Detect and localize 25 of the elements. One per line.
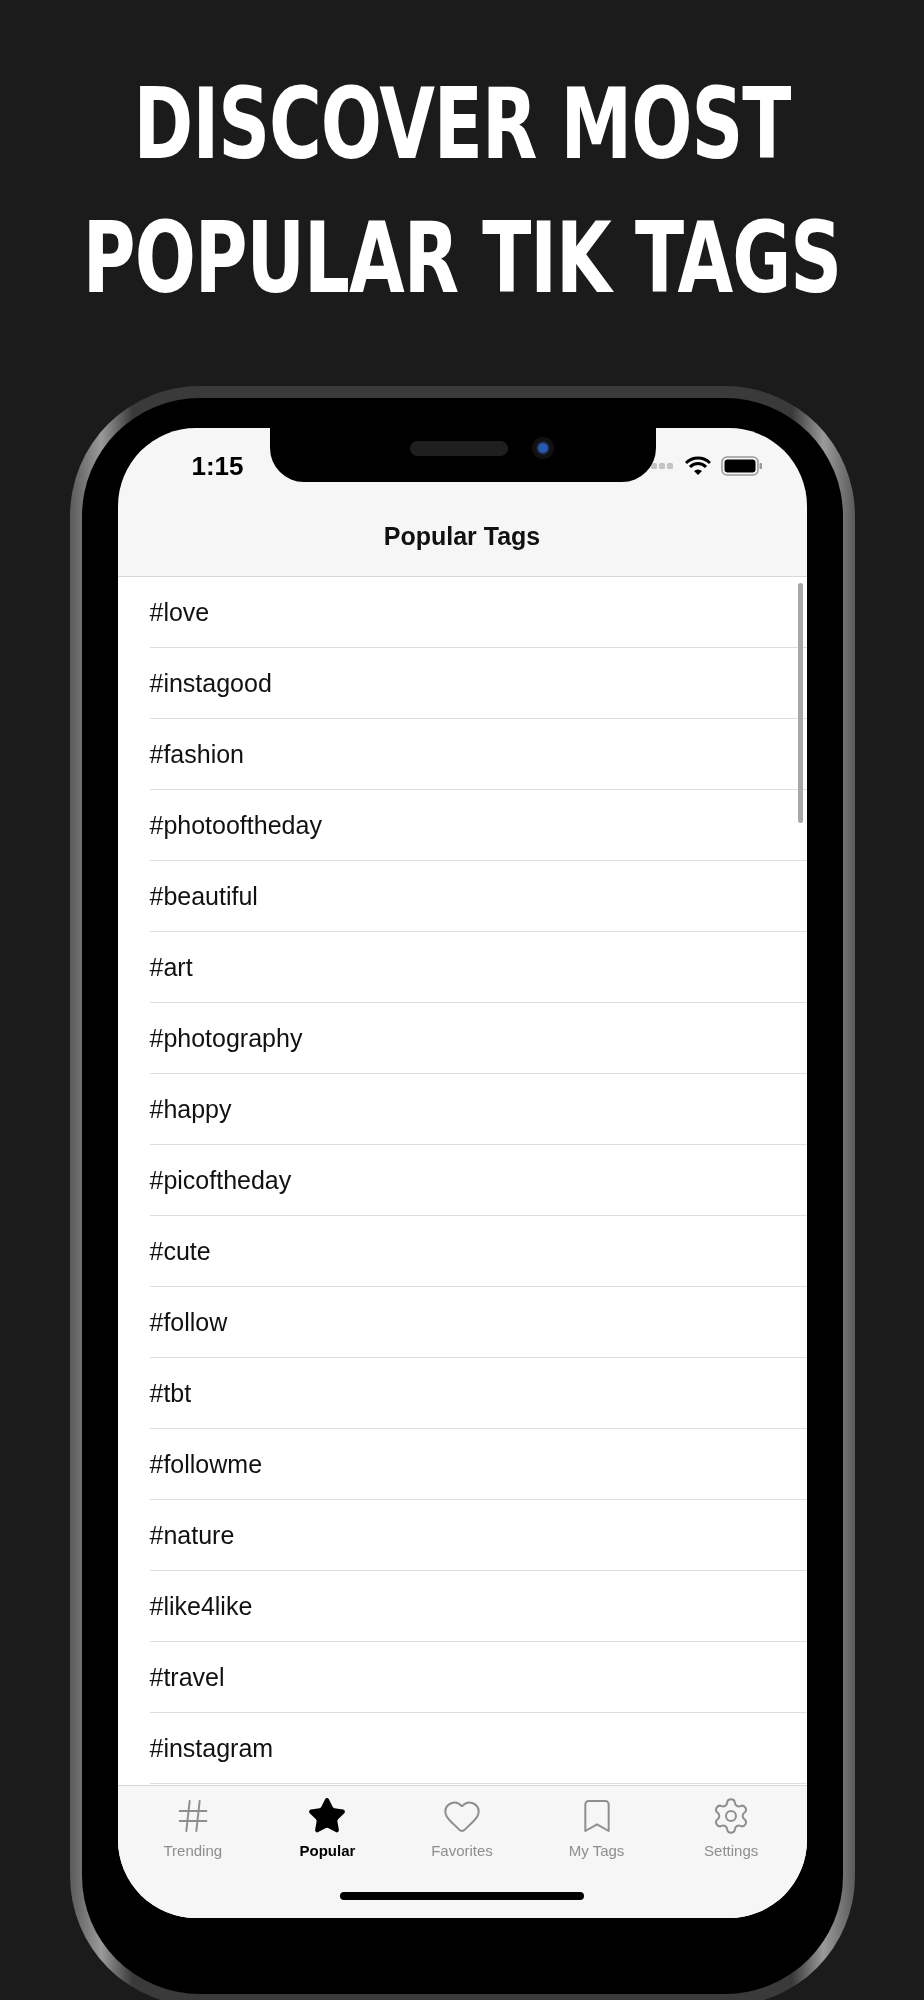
battery-icon	[720, 456, 763, 476]
tag-item[interactable]: #tbt	[149, 1378, 192, 1408]
tag-item[interactable]: #love	[149, 597, 210, 627]
tag-item[interactable]: #art	[149, 952, 193, 982]
tag-item[interactable]: #instagram	[149, 1733, 274, 1763]
tag-item[interactable]: #followme	[149, 1449, 263, 1479]
tab[interactable]: Popular	[260, 1796, 395, 1859]
tag-item[interactable]: #photography	[149, 1023, 303, 1053]
headline: POPULAR TIK TAGS	[82, 209, 842, 307]
status-time: 1:15	[191, 449, 244, 482]
tag-item[interactable]: #beautiful	[149, 881, 258, 911]
nav-title: Popular Tags	[383, 521, 541, 551]
tag-item[interactable]: #happy	[149, 1094, 232, 1124]
tag-item[interactable]: #nature	[149, 1520, 235, 1550]
tag-item[interactable]: #fashion	[149, 739, 245, 769]
headline: DISCOVER MOST	[133, 75, 791, 173]
tag-item[interactable]: #instagood	[149, 668, 272, 698]
tag-item[interactable]: #picoftheday	[149, 1165, 292, 1195]
camera	[531, 437, 554, 459]
tag-item[interactable]: #travel	[149, 1662, 225, 1692]
tag-item[interactable]: #photooftheday	[149, 810, 322, 840]
wifi-icon	[684, 456, 711, 476]
tag-item[interactable]: #follow	[149, 1307, 228, 1337]
tag-item[interactable]: #cute	[149, 1236, 211, 1266]
tag-item[interactable]: #like4like	[149, 1591, 253, 1621]
